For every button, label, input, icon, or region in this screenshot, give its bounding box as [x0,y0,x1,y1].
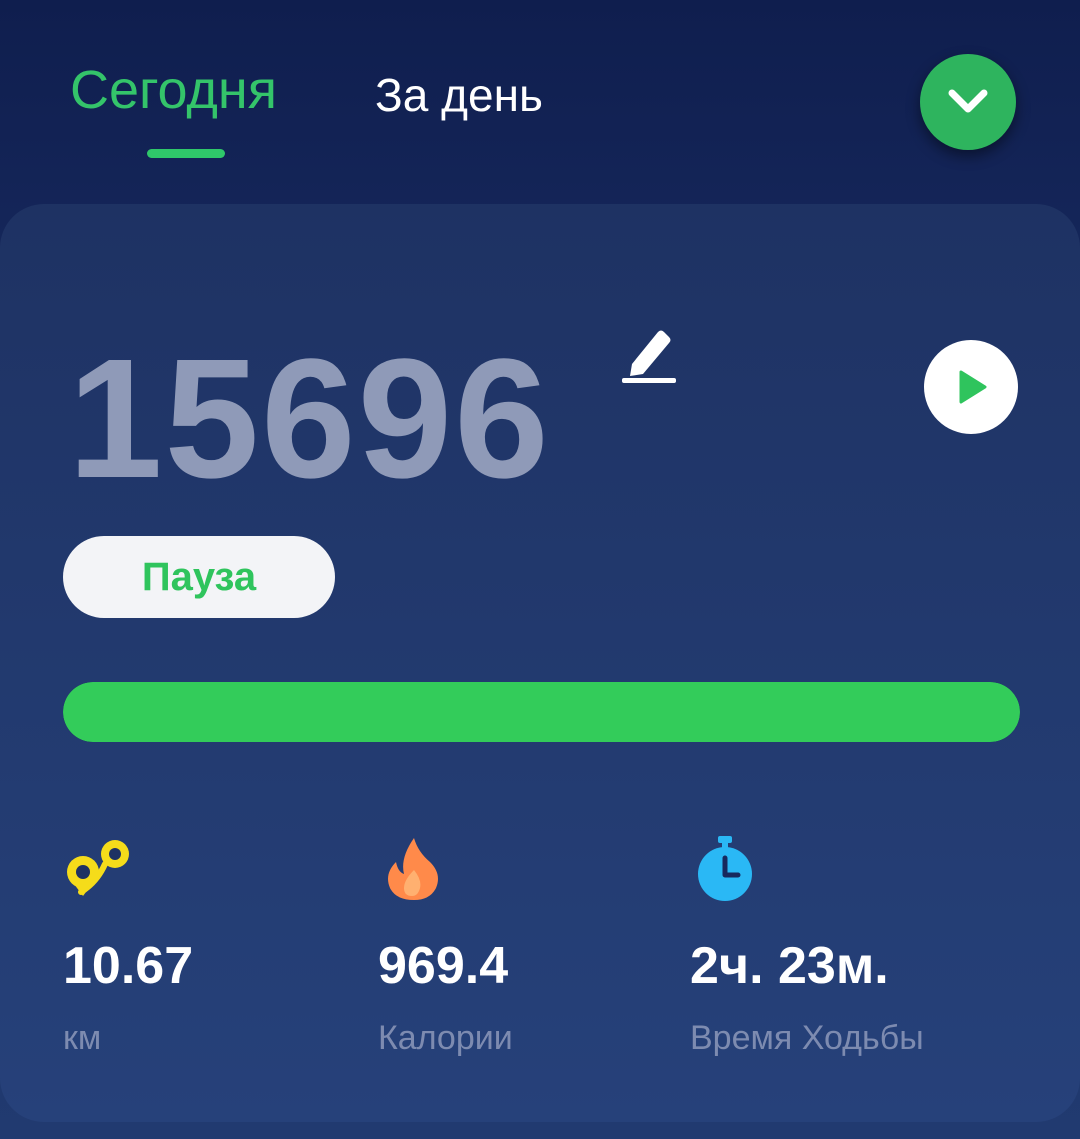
pencil-icon[interactable] [620,324,678,384]
chevron-down-icon [948,89,988,113]
play-button[interactable] [924,340,1018,434]
distance-value: 10.67 [63,937,194,995]
stat-calories: 969.4 Калории [378,834,513,1057]
step-count[interactable]: 15696 [68,334,551,504]
stopwatch-icon [698,836,752,901]
pause-button[interactable]: Пауза [63,536,335,618]
distance-unit: км [63,1019,102,1057]
tab-bar: Сегодня За день [0,0,1080,200]
map-pin-icon [67,840,129,896]
tab-per-day[interactable]: За день [375,60,543,130]
steps-card: 15696 Пауза 10.67 км 969.4 Калории 2ч. 2… [0,204,1080,1122]
tab-today[interactable]: Сегодня [70,55,277,125]
play-icon [959,370,987,404]
tab-indicator [147,149,225,158]
step-progress-bar [63,682,1020,742]
calories-value: 969.4 [378,937,509,995]
step-progress-fill [63,682,1020,742]
calories-unit: Калории [378,1019,513,1057]
stat-walk-time: 2ч. 23м. Время Ходьбы [690,834,924,1057]
collapse-button[interactable] [920,54,1016,150]
walk-time-value: 2ч. 23м. [690,937,889,995]
walk-time-unit: Время Ходьбы [690,1019,924,1057]
flame-icon [388,838,438,900]
stat-distance: 10.67 км [63,834,193,1057]
